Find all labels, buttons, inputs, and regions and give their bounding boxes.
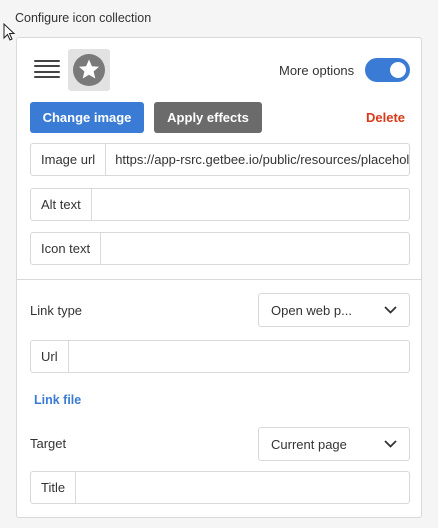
title-field: Title <box>30 471 410 504</box>
alt-text-input[interactable] <box>92 189 409 220</box>
alt-text-label: Alt text <box>31 189 92 220</box>
icon-text-input[interactable] <box>101 233 409 264</box>
link-type-value: Open web p... <box>271 302 352 318</box>
chevron-down-icon <box>384 440 397 448</box>
delete-button[interactable]: Delete <box>366 110 405 125</box>
target-label: Target <box>30 436 67 451</box>
apply-effects-button[interactable]: Apply effects <box>154 102 262 133</box>
link-type-select[interactable]: Open web p... <box>258 293 410 327</box>
url-label: Url <box>31 341 69 372</box>
cursor-icon <box>3 23 16 41</box>
target-value: Current page <box>271 436 347 452</box>
star-icon <box>73 54 105 86</box>
link-file-link[interactable]: Link file <box>34 393 81 407</box>
section-divider <box>17 279 421 280</box>
hamburger-icon[interactable] <box>34 58 60 80</box>
url-input[interactable] <box>69 341 409 372</box>
link-type-label: Link type <box>30 303 83 318</box>
page-title: Configure icon collection <box>15 11 152 25</box>
url-field: Url <box>30 340 410 373</box>
image-url-input[interactable]: https://app-rsrc.getbee.io/public/resour… <box>106 144 409 175</box>
icon-text-field: Icon text <box>30 232 410 265</box>
title-label: Title <box>31 472 77 503</box>
more-options-toggle[interactable] <box>365 58 410 82</box>
image-url-label: Image url <box>31 144 107 175</box>
icon-thumbnail[interactable] <box>68 49 110 91</box>
title-input[interactable] <box>76 472 409 503</box>
icon-text-label: Icon text <box>31 233 102 264</box>
change-image-button[interactable]: Change image <box>30 102 144 133</box>
toggle-knob <box>390 62 406 78</box>
icon-settings-panel: More options Change image Apply effects … <box>16 37 422 518</box>
image-url-field: Image url https://app-rsrc.getbee.io/pub… <box>30 143 410 176</box>
alt-text-field: Alt text <box>30 188 410 221</box>
more-options-label: More options <box>279 63 355 78</box>
target-select[interactable]: Current page <box>258 427 410 461</box>
chevron-down-icon <box>384 306 397 314</box>
